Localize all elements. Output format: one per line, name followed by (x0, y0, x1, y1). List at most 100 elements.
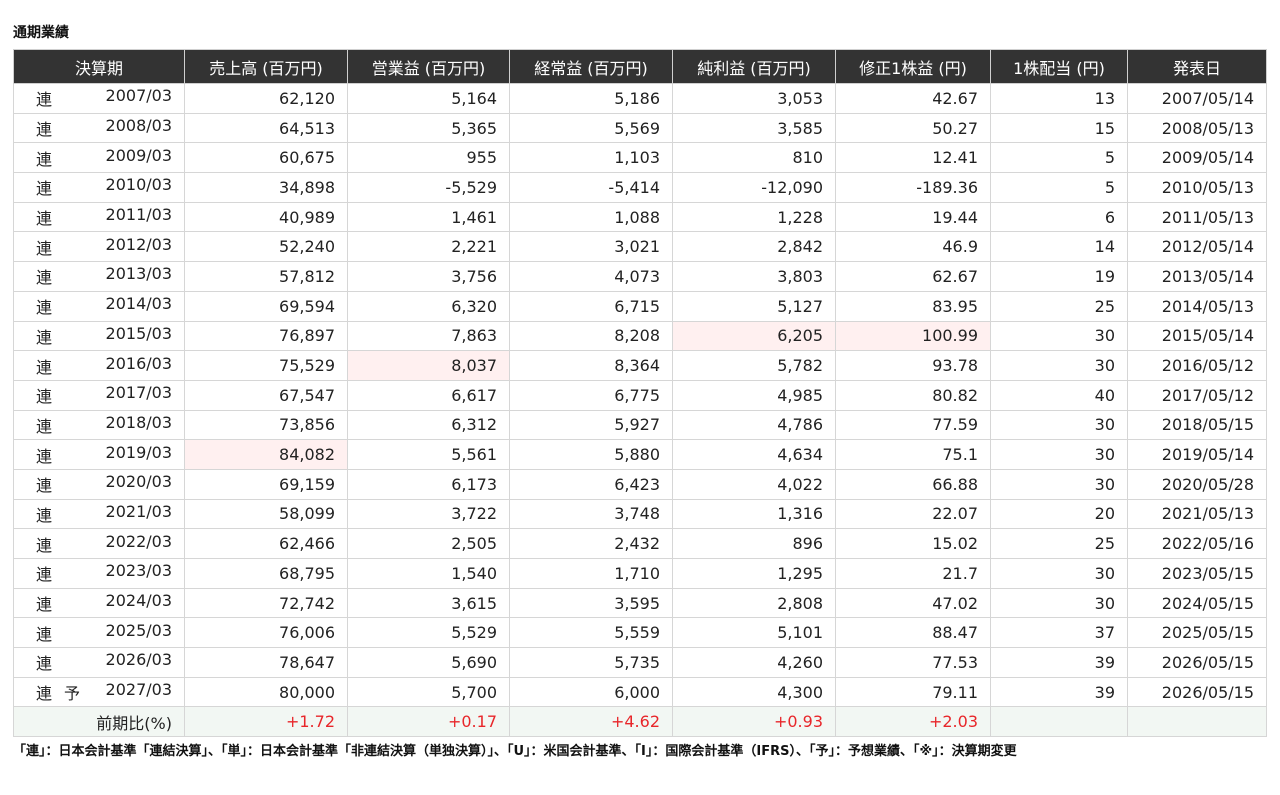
table-row: 連 2020/03 69,159 6,173 6,423 4,022 66.88 30 2020… (13, 468, 1267, 500)
dividend-cell: 15 (990, 112, 1128, 144)
dividend-cell: 30 (990, 320, 1128, 352)
announce-date-cell: 2023/05/15 (1127, 558, 1267, 589)
fiscal-period: 2025/03 (105, 620, 172, 640)
announce-date-cell: 2015/05/14 (1127, 320, 1267, 352)
net-profit-cell: 3,803 (672, 261, 836, 292)
annual-results-table: 決算期 売上高 (百万円) 営業益 (百万円) 経常益 (百万円) 純利益 (百… (13, 49, 1267, 738)
accounting-type-mark: 連 (36, 565, 53, 585)
fiscal-period: 2018/03 (105, 412, 172, 432)
net-profit-cell: 4,786 (672, 409, 836, 441)
accounting-type-mark: 連 (36, 535, 53, 555)
ordinary-profit-cell: 8,364 (509, 350, 673, 381)
dividend-cell: 37 (990, 617, 1128, 649)
table-row: 連 2026/03 78,647 5,690 5,735 4,260 77.53 39 2026… (13, 647, 1267, 678)
announce-date-cell: 2025/05/15 (1127, 617, 1267, 649)
operating-profit-cell: 6,312 (347, 409, 510, 441)
period-cell: 連 2008/03 (13, 112, 185, 144)
sales-cell: 68,795 (184, 558, 348, 589)
operating-profit-cell: 8,037 (347, 350, 510, 381)
eps-cell: 100.99 (835, 320, 991, 352)
accounting-type-mark: 連 (36, 505, 53, 525)
dividend-cell: 20 (990, 498, 1128, 530)
table-row: 連 2025/03 76,006 5,529 5,559 5,101 88.47 37 2025… (13, 617, 1267, 649)
eps-cell: 12.41 (835, 142, 991, 174)
table-row: 連 2007/03 62,120 5,164 5,186 3,053 42.67 13 2007… (13, 83, 1267, 114)
operating-profit-cell: 2,221 (347, 231, 510, 263)
table-row: 連 2018/03 73,856 6,312 5,927 4,786 77.59 30 2018… (13, 409, 1267, 441)
eps-cell: 79.11 (835, 676, 991, 708)
ordinary-profit-cell: 5,569 (509, 112, 673, 144)
table-row: 連 2022/03 62,466 2,505 2,432 896 15.02 25 2022/0… (13, 528, 1267, 559)
yoy-ordinary-profit-cell: +4.62 (509, 706, 673, 738)
operating-profit-cell: 1,540 (347, 558, 510, 589)
ordinary-profit-cell: 3,021 (509, 231, 673, 263)
announce-date-cell: 2014/05/13 (1127, 290, 1267, 322)
yoy-announce-date-cell (1127, 706, 1267, 738)
period-cell: 連 2016/03 (13, 350, 185, 381)
sales-cell: 69,594 (184, 290, 348, 322)
accounting-type-mark: 連 (36, 238, 53, 258)
eps-cell: 21.7 (835, 558, 991, 589)
ordinary-profit-cell: 1,088 (509, 201, 673, 233)
sales-cell: 78,647 (184, 647, 348, 678)
announce-date-cell: 2021/05/13 (1127, 498, 1267, 530)
col-header-announce-date: 発表日 (1127, 49, 1267, 84)
yoy-eps-cell: +2.03 (835, 706, 991, 738)
accounting-type-mark: 連 (36, 595, 53, 615)
fiscal-period: 2015/03 (105, 323, 172, 343)
ordinary-profit-cell: 3,748 (509, 498, 673, 530)
dividend-cell: 5 (990, 172, 1128, 203)
net-profit-cell: 1,228 (672, 201, 836, 233)
announce-date-cell: 2018/05/15 (1127, 409, 1267, 441)
dividend-cell: 40 (990, 379, 1128, 411)
net-profit-cell: -12,090 (672, 172, 836, 203)
period-cell: 連 2021/03 (13, 498, 185, 530)
period-cell: 連 2020/03 (13, 468, 185, 500)
announce-date-cell: 2017/05/12 (1127, 379, 1267, 411)
net-profit-cell: 3,585 (672, 112, 836, 144)
ordinary-profit-cell: 6,423 (509, 468, 673, 500)
net-profit-cell: 4,300 (672, 676, 836, 708)
col-header-sales: 売上高 (百万円) (184, 49, 348, 84)
net-profit-cell: 1,316 (672, 498, 836, 530)
eps-cell: 62.67 (835, 261, 991, 292)
accounting-type-mark: 連 (36, 209, 53, 229)
operating-profit-cell: 5,690 (347, 647, 510, 678)
eps-cell: 19.44 (835, 201, 991, 233)
announce-date-cell: 2012/05/14 (1127, 231, 1267, 263)
table-row: 連 2009/03 60,675 955 1,103 810 12.41 5 2009/05/1… (13, 142, 1267, 174)
eps-cell: 15.02 (835, 528, 991, 559)
accounting-type-mark: 連 (36, 476, 53, 496)
ordinary-profit-cell: 6,000 (509, 676, 673, 708)
eps-cell: 46.9 (835, 231, 991, 263)
sales-cell: 76,006 (184, 617, 348, 649)
period-cell: 連 2015/03 (13, 320, 185, 352)
table-row: 連 2024/03 72,742 3,615 3,595 2,808 47.02 30 2024… (13, 587, 1267, 619)
fiscal-period: 2027/03 (105, 680, 172, 700)
ordinary-profit-cell: 4,073 (509, 261, 673, 292)
col-header-period: 決算期 (13, 49, 185, 84)
forecast-mark: 予 (64, 684, 81, 704)
fiscal-period: 2012/03 (105, 234, 172, 254)
accounting-standard-footnote: 「連」：日本会計基準「連結決算」、「単」：日本会計基準「非連結決算（単独決算）」… (13, 744, 1017, 759)
operating-profit-cell: 3,756 (347, 261, 510, 292)
yoy-dividend-cell (990, 706, 1128, 738)
period-cell: 連 2013/03 (13, 261, 185, 292)
table-row: 連 2019/03 84,082 5,561 5,880 4,634 75.1 30 2019/… (13, 439, 1267, 470)
period-cell: 連予 2027/03 (13, 676, 185, 708)
operating-profit-cell: 5,529 (347, 617, 510, 649)
net-profit-cell: 810 (672, 142, 836, 174)
accounting-type-mark: 連 (36, 624, 53, 644)
table-header-row: 決算期 売上高 (百万円) 営業益 (百万円) 経常益 (百万円) 純利益 (百… (13, 49, 1267, 84)
period-cell: 連 2019/03 (13, 439, 185, 470)
fiscal-period: 2023/03 (105, 561, 172, 581)
dividend-cell: 19 (990, 261, 1128, 292)
operating-profit-cell: 5,365 (347, 112, 510, 144)
accounting-type-mark: 連 (36, 446, 53, 466)
announce-date-cell: 2007/05/14 (1127, 83, 1267, 114)
sales-cell: 52,240 (184, 231, 348, 263)
net-profit-cell: 2,842 (672, 231, 836, 263)
announce-date-cell: 2013/05/14 (1127, 261, 1267, 292)
fiscal-period: 2010/03 (105, 175, 172, 195)
net-profit-cell: 1,295 (672, 558, 836, 589)
